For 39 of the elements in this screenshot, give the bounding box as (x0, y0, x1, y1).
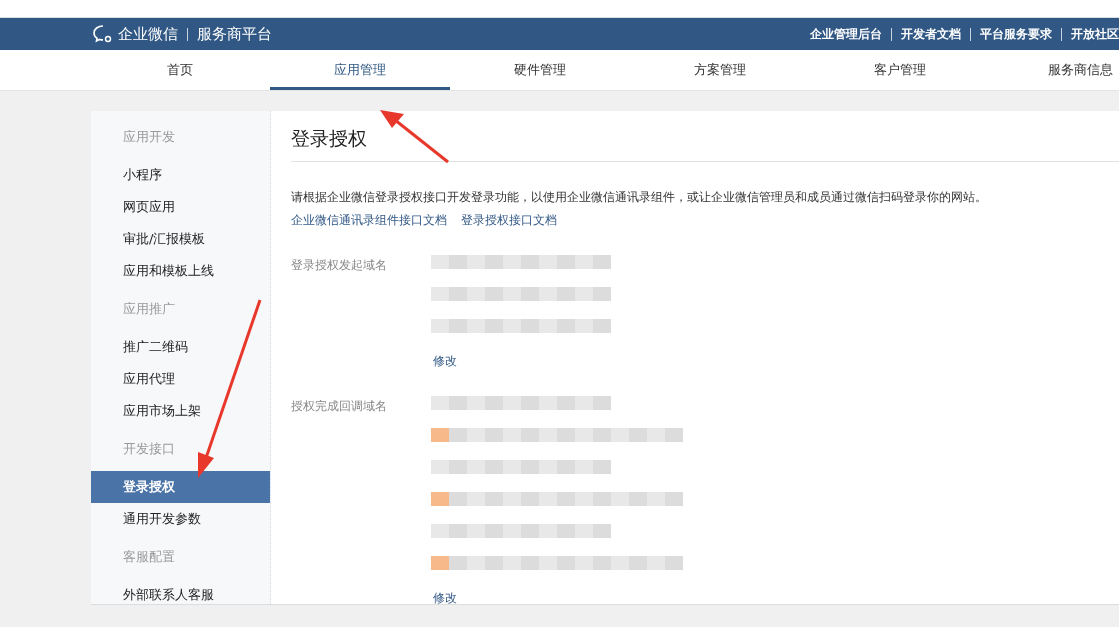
field-label: 登录授权发起域名 (291, 257, 388, 274)
header-link[interactable]: 开放社区 (1071, 25, 1119, 43)
header-link[interactable]: 企业管理后台 (810, 25, 882, 43)
nav-tab[interactable]: 首页 (90, 50, 270, 90)
sidebar-item[interactable]: 外部联系人客服 (91, 579, 270, 611)
sidebar-item[interactable]: 小程序 (91, 159, 270, 191)
sidebar-group-title: 应用推广 (122, 300, 176, 318)
chat-bubble-icon (92, 24, 114, 44)
edit-link[interactable]: 修改 (433, 590, 683, 607)
divider-bar (187, 27, 188, 41)
sidebar-item[interactable]: 推广二维码 (91, 331, 270, 363)
sidebar-item[interactable]: 应用代理 (91, 363, 270, 395)
edit-link[interactable]: 修改 (433, 353, 611, 370)
divider-bar (970, 27, 971, 41)
header-link[interactable]: 开发者文档 (901, 25, 961, 43)
nav-tab[interactable]: 客户管理 (810, 50, 990, 90)
sidebar-group-title: 开发接口 (122, 440, 176, 458)
sidebar-item[interactable]: 登录授权 (91, 471, 270, 503)
brand-name: 企业微信 (118, 24, 178, 44)
description: 请根据企业微信登录授权接口开发登录功能，以使用企业微信通讯录组件，或让企业微信管理员和成员通过微信扫码登录你的网站。 (291, 189, 988, 206)
sidebar-item[interactable]: 审批/汇报模板 (91, 223, 270, 255)
sidebar-group-title: 客服配置 (122, 548, 176, 566)
divider-bar (891, 27, 892, 41)
nav-tab[interactable]: 服务商信息 (990, 50, 1119, 90)
divider-bar (1061, 27, 1062, 41)
sidebar-item[interactable]: 应用和模板上线 (91, 255, 270, 287)
doc-link[interactable]: 企业微信通讯录组件接口文档 (291, 212, 447, 229)
nav-tab[interactable]: 应用管理 (270, 50, 450, 90)
sidebar-item[interactable]: 网页应用 (91, 191, 270, 223)
header-link[interactable]: 平台服务要求 (980, 25, 1052, 43)
nav-tab[interactable]: 方案管理 (630, 50, 810, 90)
sidebar-item[interactable]: 应用市场上架 (91, 395, 270, 427)
sidebar-item[interactable]: 通用开发参数 (91, 503, 270, 535)
field-label: 授权完成回调域名 (291, 398, 388, 415)
nav-tab[interactable]: 硬件管理 (450, 50, 630, 90)
sidebar-group-title: 应用开发 (122, 128, 176, 146)
platform-name: 服务商平台 (197, 24, 272, 44)
annotation-arrow (380, 110, 449, 164)
doc-link[interactable]: 登录授权接口文档 (461, 212, 557, 229)
